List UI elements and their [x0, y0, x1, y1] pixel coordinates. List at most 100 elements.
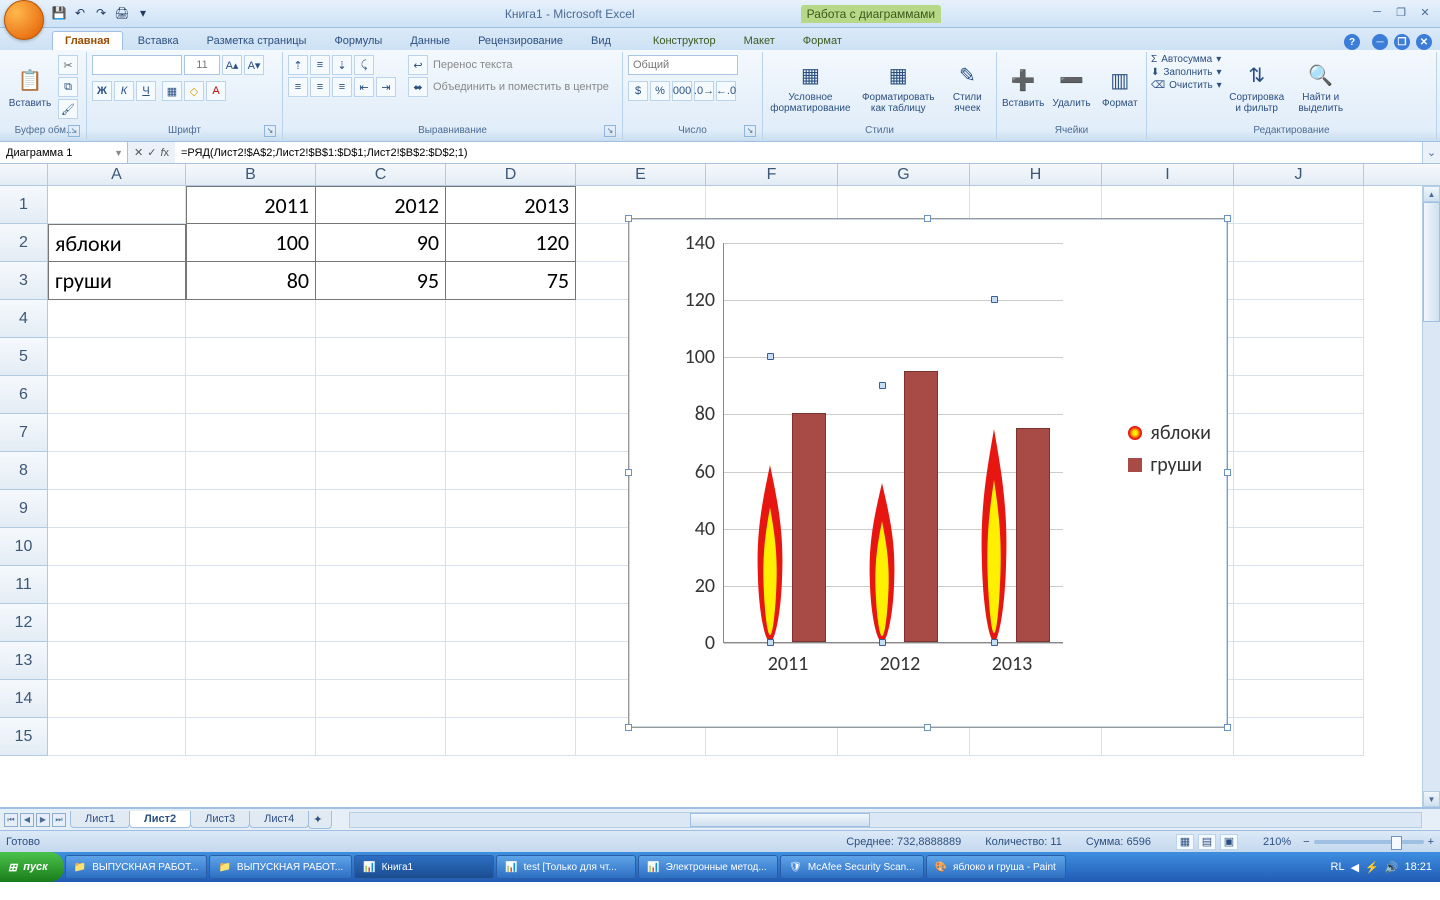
cell-C4[interactable]: [316, 300, 446, 338]
cell-B3[interactable]: 80: [186, 262, 316, 300]
decrease-decimal-icon[interactable]: ←.0: [716, 81, 736, 101]
scroll-thumb[interactable]: [1423, 202, 1440, 322]
select-all-button[interactable]: [0, 164, 48, 185]
taskbar-item[interactable]: 📊Электронные метод...: [638, 855, 778, 879]
font-combo[interactable]: [92, 55, 182, 75]
cell-A6[interactable]: [48, 376, 186, 414]
language-indicator[interactable]: RL: [1331, 861, 1345, 873]
borders-icon[interactable]: ▦: [162, 81, 182, 101]
row-header-8[interactable]: 8: [0, 452, 48, 490]
column-header-B[interactable]: B: [186, 164, 316, 185]
cell-D11[interactable]: [446, 566, 576, 604]
cell-A7[interactable]: [48, 414, 186, 452]
tab-nav-first-icon[interactable]: ⏮: [4, 813, 18, 827]
scroll-down-icon[interactable]: ▼: [1423, 791, 1440, 807]
bar-pears-2013[interactable]: [1016, 428, 1050, 642]
align-center-icon[interactable]: ≡: [310, 77, 330, 97]
fill-color-icon[interactable]: ◇: [184, 81, 204, 101]
ribbon-restore-icon[interactable]: ❐: [1394, 34, 1410, 50]
delete-cells-button[interactable]: ➖Удалить: [1049, 54, 1093, 122]
increase-indent-icon[interactable]: ⇥: [376, 77, 396, 97]
cell-D1[interactable]: 2013: [446, 186, 576, 224]
taskbar-item[interactable]: 🎨яблоко и груша - Paint: [926, 855, 1066, 879]
cell-C2[interactable]: 90: [316, 224, 446, 262]
undo-icon[interactable]: ↶: [71, 4, 89, 22]
taskbar-item[interactable]: 📊Книга1: [354, 855, 494, 879]
font-size-combo[interactable]: 11: [184, 55, 220, 75]
cell-J5[interactable]: [1234, 338, 1364, 376]
cell-J6[interactable]: [1234, 376, 1364, 414]
tray-network-icon[interactable]: ⚡: [1365, 861, 1379, 874]
cell-J14[interactable]: [1234, 680, 1364, 718]
sheet-tab-4[interactable]: Лист4: [249, 811, 309, 828]
clipboard-dialog-icon[interactable]: ↘: [68, 125, 80, 137]
copy-icon[interactable]: ⧉: [58, 77, 78, 97]
tray-volume-icon[interactable]: 🔊: [1385, 861, 1399, 874]
orientation-icon[interactable]: ⤹: [354, 55, 374, 75]
chart-legend[interactable]: яблоки груши: [1128, 413, 1211, 485]
cell-A13[interactable]: [48, 642, 186, 680]
cell-B2[interactable]: 100: [186, 224, 316, 262]
fx-icon[interactable]: fx: [160, 147, 169, 159]
ribbon-close-icon[interactable]: ✕: [1416, 34, 1432, 50]
tab-chart-design[interactable]: Конструктор: [640, 31, 729, 50]
name-box[interactable]: ▼: [0, 142, 128, 163]
expand-formula-icon[interactable]: ⌄: [1422, 142, 1440, 163]
format-as-table-button[interactable]: ▦Форматировать как таблицу: [858, 54, 939, 122]
cell-A1[interactable]: [48, 186, 186, 224]
chart-plot-area[interactable]: 201120122013: [723, 243, 1063, 643]
help-icon[interactable]: ?: [1344, 34, 1360, 50]
cell-B15[interactable]: [186, 718, 316, 756]
row-header-11[interactable]: 11: [0, 566, 48, 604]
column-header-F[interactable]: F: [706, 164, 838, 185]
increase-font-icon[interactable]: A▴: [222, 55, 242, 75]
bold-icon[interactable]: Ж: [92, 81, 112, 101]
taskbar-item[interactable]: 📊test [Только для чт...: [496, 855, 636, 879]
cell-D3[interactable]: 75: [446, 262, 576, 300]
cut-icon[interactable]: ✂: [58, 55, 78, 75]
column-header-J[interactable]: J: [1234, 164, 1364, 185]
cell-D14[interactable]: [446, 680, 576, 718]
cell-J2[interactable]: [1234, 224, 1364, 262]
cell-J1[interactable]: [1234, 186, 1364, 224]
zoom-level[interactable]: 210%: [1263, 836, 1291, 848]
align-middle-icon[interactable]: ≡: [310, 55, 330, 75]
align-bottom-icon[interactable]: ⇣: [332, 55, 352, 75]
bar-pears-2011[interactable]: [792, 413, 826, 642]
tab-review[interactable]: Рецензирование: [465, 31, 576, 50]
font-color-icon[interactable]: A: [206, 81, 226, 101]
cell-A14[interactable]: [48, 680, 186, 718]
sheet-tab-3[interactable]: Лист3: [190, 811, 250, 828]
cell-J13[interactable]: [1234, 642, 1364, 680]
print-icon[interactable]: 🖨: [113, 4, 131, 22]
cell-D4[interactable]: [446, 300, 576, 338]
cell-D8[interactable]: [446, 452, 576, 490]
zoom-in-icon[interactable]: +: [1428, 836, 1434, 848]
worksheet[interactable]: ABCDEFGHIJ 12011201220132яблоки100901203…: [0, 164, 1440, 808]
decrease-font-icon[interactable]: A▾: [244, 55, 264, 75]
row-header-2[interactable]: 2: [0, 224, 48, 262]
cell-B7[interactable]: [186, 414, 316, 452]
cell-B5[interactable]: [186, 338, 316, 376]
clear-icon[interactable]: ⌫: [1151, 80, 1165, 91]
row-header-6[interactable]: 6: [0, 376, 48, 414]
cell-J4[interactable]: [1234, 300, 1364, 338]
vertical-scrollbar[interactable]: ▲ ▼: [1422, 186, 1440, 807]
fill-icon[interactable]: ⬇: [1151, 67, 1159, 78]
bar-apples-2011[interactable]: [756, 465, 784, 642]
row-header-3[interactable]: 3: [0, 262, 48, 300]
ribbon-minimize-icon[interactable]: ─: [1372, 34, 1388, 50]
cell-J9[interactable]: [1234, 490, 1364, 528]
cell-C8[interactable]: [316, 452, 446, 490]
cell-B1[interactable]: 2011: [186, 186, 316, 224]
tab-nav-next-icon[interactable]: ▶: [36, 813, 50, 827]
cell-A10[interactable]: [48, 528, 186, 566]
cell-C9[interactable]: [316, 490, 446, 528]
autosum-icon[interactable]: Σ: [1151, 54, 1157, 65]
row-header-12[interactable]: 12: [0, 604, 48, 642]
row-header-10[interactable]: 10: [0, 528, 48, 566]
column-header-A[interactable]: A: [48, 164, 186, 185]
cell-J12[interactable]: [1234, 604, 1364, 642]
cell-A15[interactable]: [48, 718, 186, 756]
sort-filter-button[interactable]: ⇅Сортировка и фильтр: [1226, 54, 1288, 122]
